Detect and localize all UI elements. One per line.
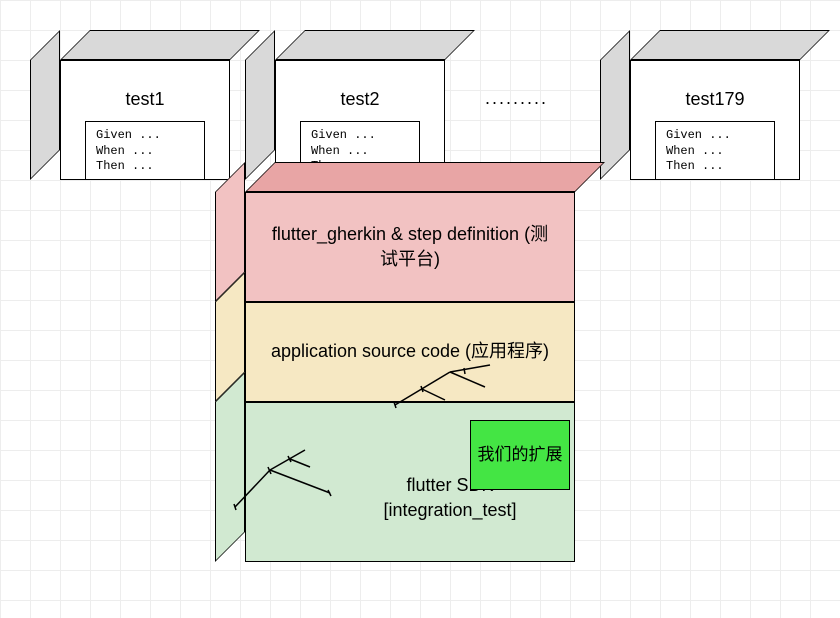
box-top — [275, 30, 475, 60]
gherkin-steps: Given ... When ... Then ... — [655, 121, 775, 179]
step-line: Given ... — [96, 128, 204, 144]
step-line: Given ... — [311, 128, 419, 144]
branch-icon — [390, 360, 495, 410]
gherkin-steps: Given ... When ... Then ... — [85, 121, 205, 179]
layer-front: flutter_gherkin & step definition (测试平台) — [245, 192, 575, 302]
box-front: test179 Given ... When ... Then ... — [630, 60, 800, 180]
step-line: Then ... — [96, 159, 204, 175]
step-line: Then ... — [666, 159, 774, 175]
step-line: When ... — [666, 144, 774, 160]
extension-box: 我们的扩展 — [470, 420, 570, 490]
branch-icon — [230, 445, 350, 515]
extension-label: 我们的扩展 — [478, 444, 563, 466]
test-label: test2 — [276, 89, 444, 110]
ellipsis: ......... — [485, 88, 548, 109]
box-top — [60, 30, 260, 60]
box-top — [630, 30, 830, 60]
layer-label: flutter_gherkin & step definition (测试平台) — [266, 222, 554, 272]
test-label: test179 — [631, 89, 799, 110]
step-line: When ... — [96, 144, 204, 160]
step-line: Given ... — [666, 128, 774, 144]
box-front: test1 Given ... When ... Then ... — [60, 60, 230, 180]
step-line: When ... — [311, 144, 419, 160]
test-label: test1 — [61, 89, 229, 110]
layer-top — [245, 162, 605, 192]
